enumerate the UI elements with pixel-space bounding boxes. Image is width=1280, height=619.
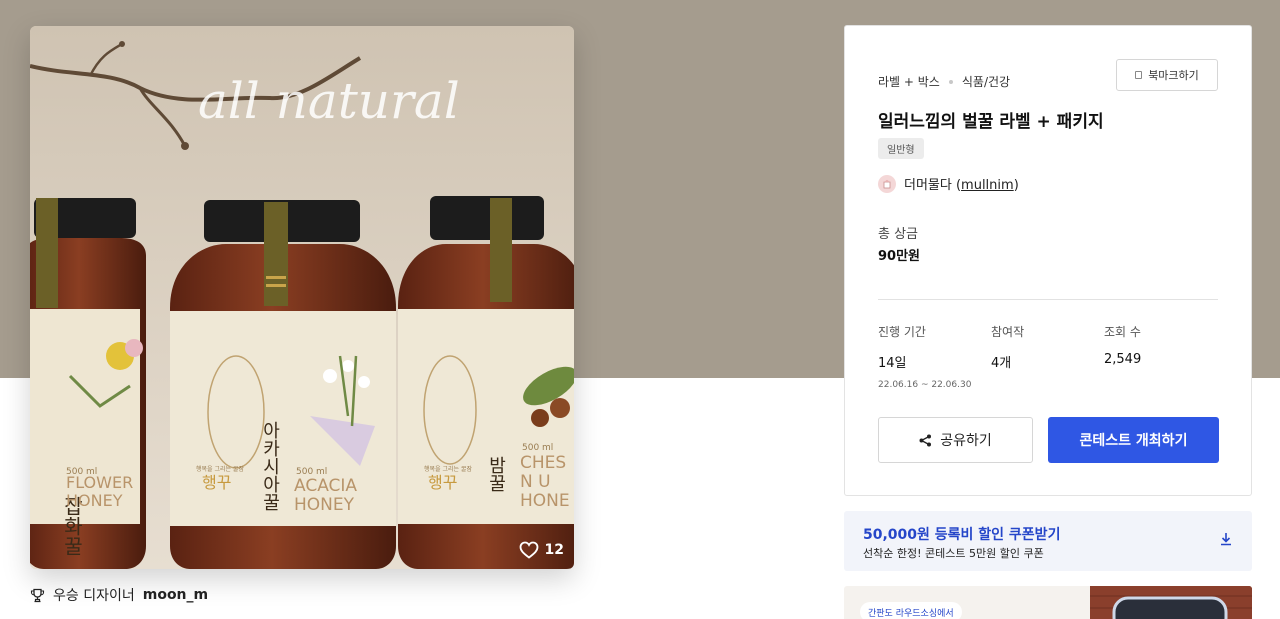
stat-views: 조회 수 2,549 [1104,323,1141,367]
prize-label: 총 상금 [878,227,919,242]
avatar [878,174,896,193]
owner-handle-link[interactable]: mullnim [961,178,1014,193]
winner-name[interactable]: moon_m [143,587,208,603]
category-breadcrumb: 라벨 + 박스 식품/건강 [878,73,1010,90]
contest-owner: 더머물다 (mullnim) [878,174,1019,193]
winner-prefix: 우승 디자이너 [53,588,135,604]
svg-text:HONEY: HONEY [66,491,123,510]
like-counter[interactable]: 12 [519,541,564,559]
svg-text:500 ml: 500 ml [522,443,553,453]
bottle-flower: 잡화꿀 500 ml FLOWER HONEY [30,198,146,569]
svg-text:ACACIA: ACACIA [294,476,357,496]
contest-title: 일러느낌의 벌꿀 라벨 + 패키지 [878,112,1104,132]
prize-value: 90만원 [878,249,921,264]
host-contest-button[interactable]: 콘테스트 개최하기 [1048,417,1219,463]
coupon-subtitle: 선착순 한정! 콘테스트 5만원 할인 쿠폰 [863,547,1044,560]
image-headline: all natural [198,72,460,130]
stat-label: 참여작 [991,325,1025,339]
owner-close: ) [1013,178,1019,193]
stat-value: 2,549 [1104,352,1142,367]
stat-value: 4개 [991,356,1012,371]
stat-value: 14일 [878,356,907,371]
trophy-icon [30,588,45,602]
svg-text:FLOWER: FLOWER [66,473,133,492]
promo-image [1090,586,1252,619]
coupon-title: 50,000원 등록비 할인 쿠폰받기 [863,527,1061,543]
svg-text:아카시아꿀: 아카시아꿀 [260,421,281,511]
stat-duration: 진행 기간 14일 22.06.16 ~ 22.06.30 [878,323,971,390]
contest-info-panel: 라벨 + 박스 식품/건강 북마크하기 일러느낌의 벌꿀 라벨 + 패키지 일반… [844,25,1252,496]
svg-text:HONE: HONE [520,491,570,511]
share-icon [919,434,932,446]
coupon-banner[interactable]: 50,000원 등록비 할인 쿠폰받기 선착순 한정! 콘테스트 5만원 할인 … [844,511,1252,571]
svg-text:행복을 그리는 꿀잠: 행복을 그리는 꿀잠 [196,465,244,473]
divider [878,299,1218,300]
milk-carton-icon [883,179,891,188]
honey-bottles-illustration: all natural 잡화꿀 500 ml FLOWER HONEY 행복을 … [30,26,574,569]
separator-dot [948,79,953,84]
contest-image[interactable]: all natural 잡화꿀 500 ml FLOWER HONEY 행복을 … [30,26,574,569]
category-primary[interactable]: 라벨 + 박스 [878,73,940,90]
bottle-chestnut: 행복을 그리는 꿀잠 행꾸 밤꿀 500 ml CHES N U HONE [398,196,574,569]
owner-name: 더머물다 ( [904,178,962,193]
stat-dates: 22.06.16 ~ 22.06.30 [878,380,972,390]
promo-pill: 간판도 라우드소싱에서 [860,602,962,619]
stat-label: 진행 기간 [878,325,926,339]
heart-icon [519,541,538,559]
share-label: 공유하기 [940,433,992,449]
svg-text:밤꿀: 밤꿀 [486,456,507,492]
winner-info: 우승 디자이너 moon_m [30,585,208,605]
svg-text:CHES: CHES [520,453,566,473]
category-secondary[interactable]: 식품/건강 [962,73,1010,90]
like-count: 12 [544,542,564,558]
download-icon[interactable] [1220,532,1232,546]
promo-banner[interactable]: 간판도 라우드소싱에서 [844,586,1252,619]
bottle-acacia: 행복을 그리는 꿀잠 행꾸 아카시아꿀 500 ml ACACIA HONEY [170,200,396,569]
bookmark-icon [1135,71,1143,79]
svg-text:행꾸: 행꾸 [428,473,457,492]
share-button[interactable]: 공유하기 [878,417,1033,463]
bookmark-label: 북마크하기 [1148,69,1199,82]
svg-text:HONEY: HONEY [294,495,355,515]
svg-text:행꾸: 행꾸 [202,473,231,492]
svg-text:N U: N U [520,472,551,492]
stat-label: 조회 수 [1104,325,1141,339]
sign-illustration [1090,586,1252,619]
stat-entries: 참여작 4개 [991,323,1024,371]
svg-text:행복을 그리는 꿀잠: 행복을 그리는 꿀잠 [424,465,472,473]
bookmark-button[interactable]: 북마크하기 [1116,59,1218,91]
contest-type-badge: 일반형 [878,138,924,159]
